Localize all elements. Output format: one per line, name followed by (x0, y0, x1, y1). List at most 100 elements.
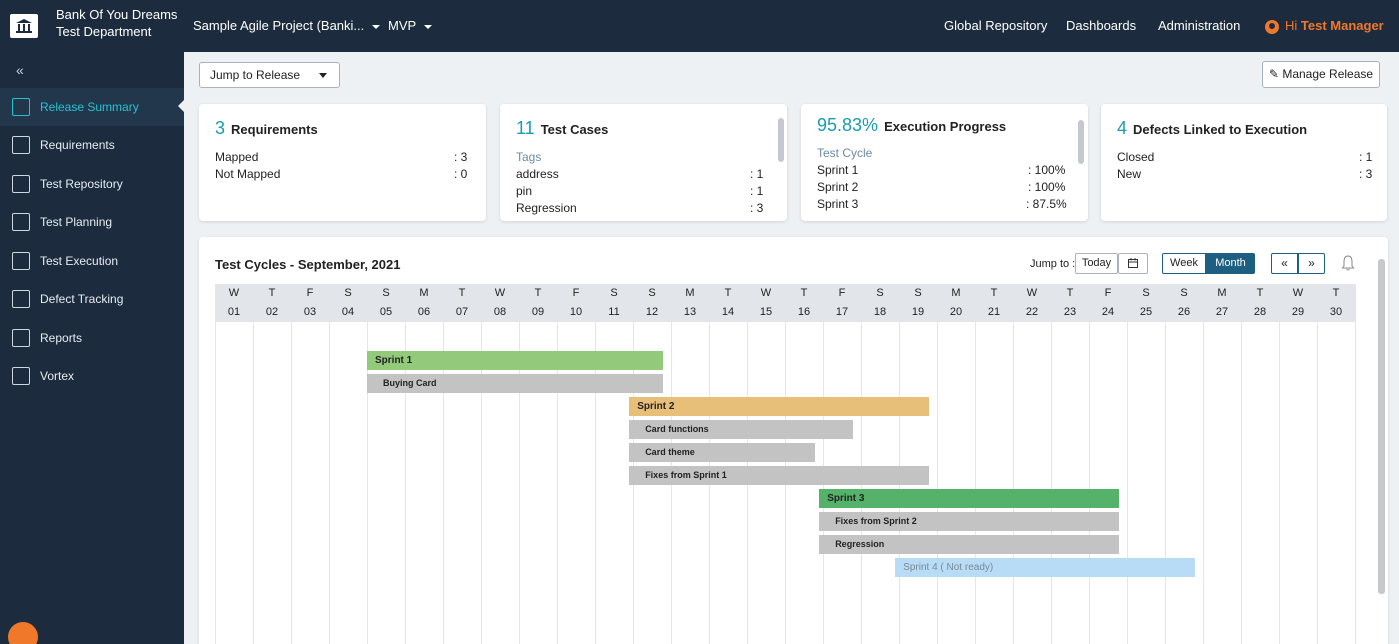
sidebar-item-test-repository[interactable]: Test Repository (0, 165, 184, 203)
date-label[interactable]: 30 (1317, 303, 1355, 322)
date-label[interactable]: 09 (519, 303, 557, 322)
cycle-label: Sprint 3 (817, 197, 859, 211)
weekday-label: F (1104, 287, 1112, 299)
weekday-label: M (1217, 287, 1227, 299)
card-scrollbar[interactable] (778, 118, 784, 162)
cycle-value: : 100% (1028, 163, 1066, 177)
manage-release-button[interactable]: ✎ Manage Release (1262, 61, 1380, 88)
date-label[interactable]: 04 (329, 303, 367, 322)
test-cycle-phase-bar[interactable]: Buying Card (367, 374, 664, 393)
jump-to-release-dropdown[interactable]: Jump to Release (199, 62, 340, 88)
not-mapped-label: Not Mapped (215, 167, 281, 181)
date-label[interactable]: 14 (709, 303, 747, 322)
sidebar-item-vortex[interactable]: Vortex (0, 357, 184, 395)
date-label[interactable]: 11 (595, 303, 633, 322)
not-mapped-value: : 0 (454, 167, 468, 181)
date-label[interactable]: 23 (1051, 303, 1089, 322)
card-scrollbar[interactable] (1078, 120, 1084, 164)
next-button[interactable]: » (1298, 253, 1325, 274)
sidebar-item-test-execution[interactable]: Test Execution (0, 242, 184, 280)
defect-status-label: New (1117, 167, 1142, 181)
date-label[interactable]: 20 (937, 303, 975, 322)
jump-to-label: Jump to : (1030, 258, 1076, 270)
date-label[interactable]: 21 (975, 303, 1013, 322)
announcement-icon[interactable] (8, 622, 38, 644)
weekday-label: W (1292, 287, 1304, 299)
chevron-down-icon (372, 24, 381, 29)
weekday-label: W (228, 287, 240, 299)
test-cycle-phase-bar[interactable]: Card theme (629, 443, 816, 462)
defects-card: 4 Defects Linked to Execution Closed : 1 … (1101, 104, 1387, 221)
sidebar-item-release-summary[interactable]: Release Summary (0, 88, 184, 126)
date-label[interactable]: 27 (1203, 303, 1241, 322)
panel-scrollbar[interactable] (1378, 259, 1385, 594)
calendar-icon[interactable] (1118, 253, 1148, 274)
today-button[interactable]: Today (1075, 253, 1118, 274)
month-view-button[interactable]: Month (1206, 253, 1255, 274)
date-label[interactable]: 24 (1089, 303, 1127, 322)
week-view-button[interactable]: Week (1162, 253, 1206, 274)
date-label[interactable]: 29 (1279, 303, 1317, 322)
date-header: 01 02 03 04 05 06 07 08 09 10 11 12 13 14 15 16 17 18 19 20… (215, 303, 1356, 322)
date-label[interactable]: 12 (633, 303, 671, 322)
collapse-sidebar-button[interactable]: « (16, 62, 24, 78)
user-menu[interactable]: Hi Test Manager (1265, 0, 1399, 81)
day-gridline (1051, 322, 1052, 644)
weekday-label: S (914, 287, 922, 299)
date-label[interactable]: 15 (747, 303, 785, 322)
date-label[interactable]: 10 (557, 303, 595, 322)
user-name: Test Manager (1300, 18, 1384, 33)
execution-title: Execution Progress (884, 119, 1007, 134)
sidebar-item-reports[interactable]: Reports (0, 319, 184, 357)
date-label[interactable]: 26 (1165, 303, 1203, 322)
sidebar-item-label: Test Repository (40, 177, 123, 191)
sprint-bar[interactable]: Sprint 3 (819, 489, 1120, 508)
test-cycle-phase-bar[interactable]: Regression (819, 535, 1120, 554)
brand[interactable]: Bank Of You Dreams Test Department (0, 0, 184, 52)
date-label[interactable]: 05 (367, 303, 405, 322)
sprint-bar[interactable]: Sprint 4 ( Not ready) (895, 558, 1196, 577)
day-gridline (1279, 322, 1280, 644)
previous-button[interactable]: « (1271, 253, 1298, 274)
date-label[interactable]: 02 (253, 303, 291, 322)
date-label[interactable]: 06 (405, 303, 443, 322)
user-icon (1265, 19, 1279, 34)
test-cycle-phase-bar[interactable]: Fixes from Sprint 2 (819, 512, 1120, 531)
sprint-bar[interactable]: Sprint 1 (367, 351, 664, 370)
date-label[interactable]: 07 (443, 303, 481, 322)
menu-global-repository[interactable]: Global Repository (944, 0, 1047, 52)
sidebar-item-defect-tracking[interactable]: Defect Tracking (0, 280, 184, 318)
date-label[interactable]: 03 (291, 303, 329, 322)
date-label[interactable]: 13 (671, 303, 709, 322)
release-selector[interactable]: MVP (388, 0, 433, 52)
bell-icon[interactable] (1341, 255, 1355, 271)
date-label[interactable]: 22 (1013, 303, 1051, 322)
date-label[interactable]: 19 (899, 303, 937, 322)
execution-progress-card: 95.83% Execution Progress Test Cycle Spri… (801, 104, 1088, 221)
date-label[interactable]: 18 (861, 303, 899, 322)
day-gridline (519, 322, 520, 644)
sidebar-item-label: Reports (40, 331, 83, 345)
test-planning-icon (12, 213, 30, 231)
sprint-bar[interactable]: Sprint 2 (629, 397, 930, 416)
date-label[interactable]: 01 (215, 303, 253, 322)
cycle-label: Sprint 2 (817, 180, 859, 194)
day-gridline (215, 322, 216, 644)
date-label[interactable]: 25 (1127, 303, 1165, 322)
sidebar-item-test-planning[interactable]: Test Planning (0, 203, 184, 241)
menu-dashboards[interactable]: Dashboards (1066, 0, 1136, 52)
date-label[interactable]: 17 (823, 303, 861, 322)
test-cycles-title: Test Cycles - September, 2021 (215, 257, 401, 272)
menu-administration[interactable]: Administration (1158, 0, 1240, 52)
test-cycle-phase-bar[interactable]: Card functions (629, 420, 854, 439)
project-selector[interactable]: Sample Agile Project (Banki... (193, 0, 381, 52)
date-label[interactable]: 28 (1241, 303, 1279, 322)
date-label[interactable]: 08 (481, 303, 519, 322)
weekday-label: T (268, 287, 276, 299)
gantt-chart: WTFSSMTWTFSSMTWTFSSMTWTFSSMTWT 01 02 03 04 0… (215, 284, 1356, 644)
test-cycle-phase-bar[interactable]: Fixes from Sprint 1 (629, 466, 930, 485)
date-label[interactable]: 16 (785, 303, 823, 322)
weekday-label: S (648, 287, 656, 299)
weekday-label: F (572, 287, 580, 299)
sidebar-item-requirements[interactable]: Requirements (0, 126, 184, 164)
